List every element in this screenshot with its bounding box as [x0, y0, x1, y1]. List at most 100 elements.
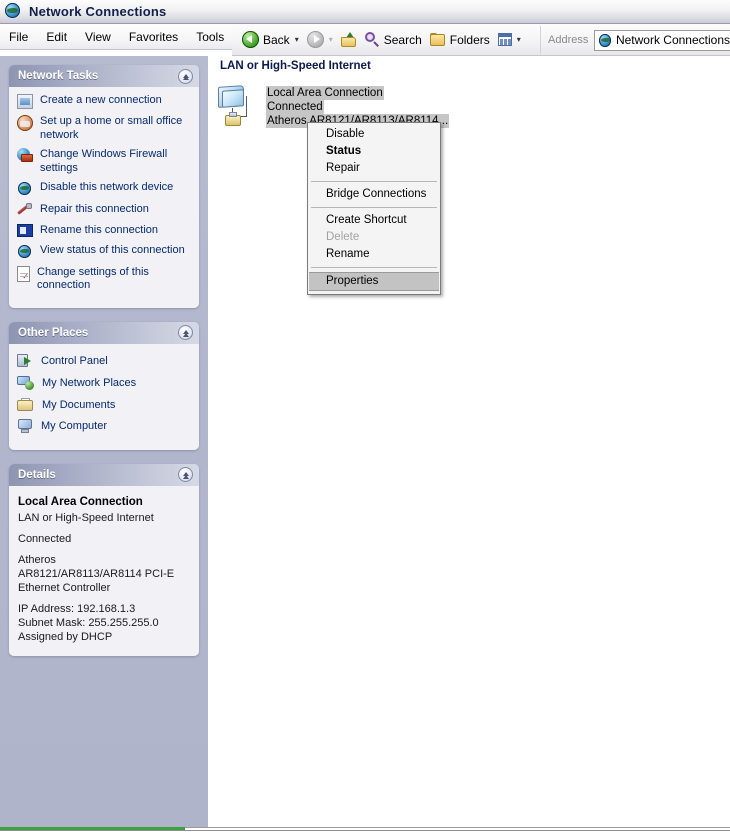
- new-connection-icon: [17, 94, 33, 109]
- sidebar-item-control-panel[interactable]: Control Panel: [17, 353, 191, 369]
- forward-button[interactable]: ▾: [303, 28, 337, 52]
- context-menu-separator: [311, 267, 437, 268]
- panel-header-network-tasks[interactable]: Network Tasks: [9, 65, 199, 87]
- details-dhcp: Assigned by DHCP: [18, 630, 113, 643]
- status-globe-icon: [17, 244, 33, 260]
- window-title: Network Connections: [29, 4, 167, 19]
- sidebar-item-label: My Documents: [42, 398, 116, 411]
- folders-button[interactable]: Folders: [426, 28, 494, 52]
- details-ip-address: IP Address: 192.168.1.3: [18, 602, 136, 615]
- context-menu-item-bridge-connections[interactable]: Bridge Connections: [308, 186, 440, 203]
- views-button[interactable]: ▾: [494, 28, 525, 52]
- network-globe-icon: [5, 3, 22, 20]
- panel-header-other-places[interactable]: Other Places: [9, 321, 199, 344]
- context-menu-item-rename[interactable]: Rename: [308, 246, 440, 263]
- folder-icon: [429, 32, 446, 47]
- connection-status: Connected: [266, 100, 324, 114]
- sidebar-item-label: Change Windows Firewall settings: [40, 148, 168, 174]
- panel-body-details: Local Area Connection LAN or High-Speed …: [9, 485, 199, 656]
- settings-document-icon: ✓: [17, 265, 30, 282]
- details-connection-state: Connected: [18, 532, 72, 545]
- details-connection-type: LAN or High-Speed Internet: [18, 511, 154, 524]
- up-button[interactable]: [337, 28, 361, 52]
- sidebar-item-my-network-places[interactable]: My Network Places: [17, 375, 191, 391]
- sidebar-item-setup-home-network[interactable]: Set up a home or small office network: [17, 115, 191, 142]
- panel-body-network-tasks: Create a new connection Set up a home or…: [9, 87, 199, 308]
- menu-bar: File Edit View Favorites Tools »: [0, 24, 247, 50]
- panel-details: Details Local Area Connection LAN or Hig…: [9, 463, 199, 656]
- folders-label: Folders: [449, 32, 490, 47]
- sidebar-item-my-computer[interactable]: My Computer: [17, 418, 191, 434]
- panel-title: Details: [18, 468, 56, 481]
- sidebar: Network Tasks Create a new connection Se…: [0, 56, 208, 827]
- collapse-chevron-icon[interactable]: [178, 467, 193, 482]
- panel-body-other-places: Control Panel My Network Places My Docum…: [9, 343, 199, 450]
- address-value: Network Connections: [615, 33, 730, 47]
- home-network-icon: [17, 115, 33, 131]
- panel-header-details[interactable]: Details: [9, 463, 199, 486]
- collapse-chevron-icon[interactable]: [178, 68, 193, 84]
- context-menu-separator: [311, 207, 437, 208]
- sidebar-item-label: My Network Places: [42, 377, 137, 389]
- sidebar-item-label: Rename this connection: [40, 224, 159, 236]
- firewall-icon: [17, 148, 33, 163]
- context-menu-item-repair[interactable]: Repair: [308, 160, 440, 177]
- sidebar-item-label: Control Panel: [41, 354, 108, 367]
- context-menu-item-create-shortcut[interactable]: Create Shortcut: [308, 212, 440, 229]
- sidebar-item-disable-network-device[interactable]: Disable this network device: [17, 181, 191, 197]
- control-panel-icon: [17, 353, 33, 369]
- sidebar-item-label: Disable this network device: [40, 181, 174, 193]
- sidebar-item-change-settings[interactable]: ✓ Change settings of this connection: [17, 265, 191, 293]
- forward-dropdown-icon[interactable]: ▾: [329, 35, 333, 44]
- details-connection-name: Local Area Connection: [18, 495, 143, 508]
- lan-connection-icon: [216, 85, 264, 130]
- my-computer-icon: [17, 418, 33, 434]
- menu-file[interactable]: File: [0, 28, 37, 46]
- back-button[interactable]: Back ▾: [238, 28, 303, 52]
- details-adapter-line-3: Ethernet Controller: [18, 581, 111, 594]
- search-button[interactable]: Search: [361, 28, 426, 52]
- menu-edit[interactable]: Edit: [37, 28, 76, 46]
- repair-wrench-icon: [17, 203, 33, 218]
- content-pane: LAN or High-Speed Internet Local Area Co…: [208, 56, 730, 827]
- context-menu-separator: [311, 181, 437, 182]
- collapse-chevron-icon[interactable]: [178, 325, 193, 340]
- menu-view[interactable]: View: [76, 28, 120, 46]
- menu-favorites[interactable]: Favorites: [120, 28, 187, 46]
- back-label: Back: [263, 32, 290, 47]
- network-globe-icon: [599, 33, 611, 47]
- address-label: Address: [548, 34, 589, 46]
- sidebar-item-label: View status of this connection: [40, 243, 185, 256]
- context-menu-item-properties[interactable]: Properties: [309, 272, 439, 291]
- magnifier-icon: [364, 32, 380, 47]
- views-icon: [497, 33, 512, 46]
- sidebar-item-view-status[interactable]: View status of this connection: [17, 244, 191, 260]
- window-bottom-rule: [185, 827, 730, 828]
- sidebar-item-label: Create a new connection: [40, 94, 162, 106]
- context-menu-item-delete: Delete: [326, 231, 360, 243]
- context-menu-item-disable[interactable]: Disable: [308, 126, 440, 143]
- sidebar-item-repair-connection[interactable]: Repair this connection: [17, 203, 191, 218]
- sidebar-item-label: Change settings of this connection: [37, 265, 149, 292]
- connection-name: Local Area Connection: [266, 86, 384, 100]
- menu-tools[interactable]: Tools: [187, 28, 233, 46]
- search-label: Search: [383, 32, 422, 47]
- network-connections-window: Network Connections File Edit View Favor…: [0, 0, 730, 835]
- back-dropdown-icon[interactable]: ▾: [295, 35, 299, 44]
- sidebar-item-my-documents[interactable]: My Documents: [17, 397, 191, 412]
- group-header-lan: LAN or High-Speed Internet: [220, 60, 371, 72]
- rename-icon: [17, 224, 33, 237]
- sidebar-item-change-firewall-settings[interactable]: Change Windows Firewall settings: [17, 148, 191, 175]
- sidebar-item-label: Set up a home or small office network: [40, 115, 183, 141]
- details-adapter-line-2: AR8121/AR8113/AR8114 PCI-E: [18, 567, 175, 580]
- details-adapter-line-1: Atheros: [18, 553, 56, 566]
- context-menu: Disable Status Repair Bridge Connections…: [307, 122, 441, 295]
- address-bar: Address Network Connections: [540, 25, 730, 55]
- address-input[interactable]: Network Connections: [594, 29, 730, 51]
- views-dropdown-icon[interactable]: ▾: [517, 35, 521, 44]
- forward-arrow-icon: [306, 31, 324, 48]
- sidebar-item-rename-connection[interactable]: Rename this connection: [17, 224, 191, 238]
- context-menu-item-status[interactable]: Status: [308, 143, 440, 160]
- sidebar-item-create-new-connection[interactable]: Create a new connection: [17, 94, 191, 109]
- details-subnet-mask: Subnet Mask: 255.255.255.0: [18, 616, 159, 629]
